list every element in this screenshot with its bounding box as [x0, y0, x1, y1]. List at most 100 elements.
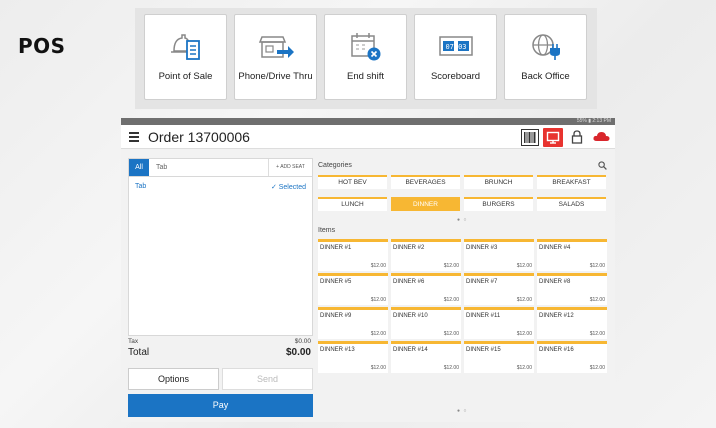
search-icon[interactable] — [598, 161, 607, 170]
menu-item[interactable]: DINNER #16 $12.00 — [537, 341, 607, 373]
items-page-indicator: ● ○ — [457, 408, 468, 414]
add-seat-button[interactable]: + ADD SEAT — [268, 159, 312, 176]
tax-row: Tax $0.00 — [128, 338, 313, 347]
item-name: DINNER #5 — [320, 279, 352, 285]
customer-display-icon[interactable] — [543, 128, 563, 147]
item-price: $12.00 — [589, 331, 605, 337]
point-of-sale-icon — [170, 34, 200, 60]
menu-item[interactable]: DINNER #8 $12.00 — [537, 273, 607, 305]
barcode-icon[interactable] — [521, 129, 539, 146]
order-header: Order 13700006 — [121, 125, 615, 149]
tax-value: $0.00 — [294, 338, 311, 345]
ticket-panel: All Tab + ADD SEAT Tab ✓ Selected Tax $0… — [128, 158, 313, 418]
items-label: Items — [318, 227, 336, 234]
item-price: $12.00 — [516, 365, 532, 371]
cloud-icon[interactable] — [593, 131, 610, 142]
seat-tab-tab[interactable]: Tab — [156, 164, 167, 171]
item-name: DINNER #7 — [466, 279, 498, 285]
item-name: DINNER #1 — [320, 245, 352, 251]
phone-drive-thru-icon — [258, 36, 294, 58]
item-price: $12.00 — [516, 263, 532, 269]
tile-label: Phone/Drive Thru — [238, 71, 313, 82]
app-launcher: Point of Sale Phone/Drive Thru End shift… — [135, 8, 597, 109]
menu-item[interactable]: DINNER #10 $12.00 — [391, 307, 461, 339]
total-label: Total — [128, 347, 150, 358]
item-name: DINNER #12 — [539, 313, 574, 319]
menu-item[interactable]: DINNER #15 $12.00 — [464, 341, 534, 373]
category-dinner[interactable]: DINNER — [391, 197, 460, 211]
tile-label: Scoreboard — [430, 71, 481, 82]
item-price: $12.00 — [443, 365, 459, 371]
selected-indicator: ✓ Selected — [270, 184, 306, 191]
phone-drive-thru-tile[interactable]: Phone/Drive Thru — [234, 14, 317, 100]
category-breakfast[interactable]: BREAKFAST — [537, 175, 606, 189]
back-office-tile[interactable]: Back Office — [504, 14, 587, 100]
total-row: Total $0.00 — [128, 347, 313, 361]
item-price: $12.00 — [443, 331, 459, 337]
tile-label: Back Office — [521, 71, 570, 82]
item-price: $12.00 — [516, 297, 532, 303]
menu-item[interactable]: DINNER #6 $12.00 — [391, 273, 461, 305]
pay-button[interactable]: Pay — [128, 394, 313, 417]
item-name: DINNER #16 — [539, 347, 574, 353]
menu-item[interactable]: DINNER #2 $12.00 — [391, 239, 461, 271]
action-buttons: Options Send — [128, 368, 313, 390]
pos-device-screen: 55% ▮ 2:13 PM Order 13700006 All Tab + A… — [121, 118, 615, 422]
total-value: $0.00 — [285, 347, 311, 358]
menu-item[interactable]: DINNER #11 $12.00 — [464, 307, 534, 339]
item-name: DINNER #14 — [393, 347, 428, 353]
menu-item[interactable]: DINNER #1 $12.00 — [318, 239, 388, 271]
end-shift-tile[interactable]: End shift — [324, 14, 407, 100]
category-beverages[interactable]: BEVERAGES — [391, 175, 460, 189]
item-name: DINNER #10 — [393, 313, 428, 319]
item-name: DINNER #13 — [320, 347, 355, 353]
item-name: DINNER #15 — [466, 347, 501, 353]
item-price: $12.00 — [589, 365, 605, 371]
scoreboard-digits: 07 03 — [445, 43, 466, 51]
category-brunch[interactable]: BRUNCH — [464, 175, 533, 189]
item-price: $12.00 — [370, 365, 386, 371]
scoreboard-tile[interactable]: 07 03 Scoreboard — [414, 14, 497, 100]
menu-item[interactable]: DINNER #7 $12.00 — [464, 273, 534, 305]
menu-item[interactable]: DINNER #4 $12.00 — [537, 239, 607, 271]
menu-item[interactable]: DINNER #3 $12.00 — [464, 239, 534, 271]
category-hot-bev[interactable]: HOT BEV — [318, 175, 387, 189]
seat-tabs: All Tab + ADD SEAT — [128, 158, 313, 177]
item-price: $12.00 — [443, 263, 459, 269]
ticket-line-label[interactable]: Tab — [135, 183, 146, 190]
lock-icon[interactable] — [571, 130, 583, 144]
category-burgers[interactable]: BURGERS — [464, 197, 533, 211]
menu-icon[interactable] — [129, 132, 139, 144]
category-salads[interactable]: SALADS — [537, 197, 606, 211]
point-of-sale-tile[interactable]: Point of Sale — [144, 14, 227, 100]
item-name: DINNER #3 — [466, 245, 498, 251]
back-office-globe-icon — [531, 34, 560, 60]
brand-title: POS — [18, 34, 66, 58]
scoreboard-icon: 07 03 — [438, 36, 473, 56]
send-button[interactable]: Send — [222, 368, 313, 390]
tile-label: Point of Sale — [158, 71, 213, 82]
menu-item[interactable]: DINNER #12 $12.00 — [537, 307, 607, 339]
item-name: DINNER #2 — [393, 245, 425, 251]
category-page-indicator: ● ○ — [457, 217, 468, 223]
item-name: DINNER #11 — [466, 313, 501, 319]
categories-label: Categories — [318, 162, 352, 169]
item-price: $12.00 — [443, 297, 459, 303]
item-name: DINNER #8 — [539, 279, 571, 285]
menu-item[interactable]: DINNER #14 $12.00 — [391, 341, 461, 373]
tax-label: Tax — [128, 338, 139, 345]
item-price: $12.00 — [370, 331, 386, 337]
status-bar: 55% ▮ 2:13 PM — [121, 118, 615, 125]
item-price: $12.00 — [370, 297, 386, 303]
item-name: DINNER #4 — [539, 245, 571, 251]
item-name: DINNER #9 — [320, 313, 352, 319]
seat-tab-all[interactable]: All — [129, 159, 149, 176]
end-shift-calendar-icon — [350, 33, 380, 61]
menu-item[interactable]: DINNER #13 $12.00 — [318, 341, 388, 373]
options-button[interactable]: Options — [128, 368, 219, 390]
menu-item[interactable]: DINNER #9 $12.00 — [318, 307, 388, 339]
menu-item[interactable]: DINNER #5 $12.00 — [318, 273, 388, 305]
tile-label: End shift — [347, 71, 384, 82]
item-price: $12.00 — [370, 263, 386, 269]
category-lunch[interactable]: LUNCH — [318, 197, 387, 211]
